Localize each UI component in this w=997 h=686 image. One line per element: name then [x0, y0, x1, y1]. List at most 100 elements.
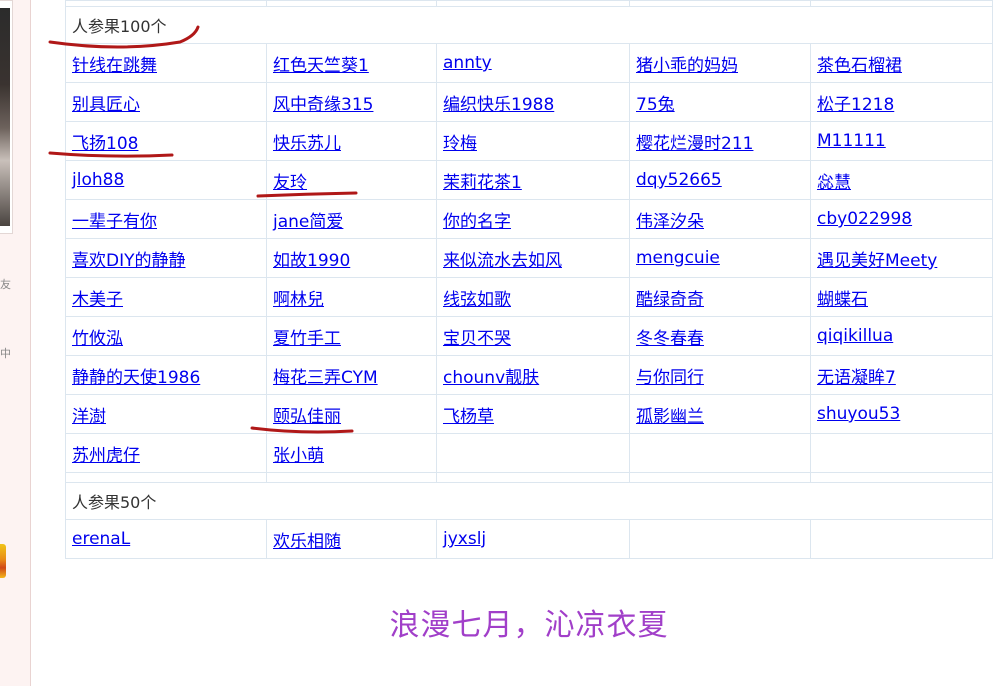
member-link[interactable]: 夏竹手工	[273, 329, 341, 349]
table-cell: 来似流水去如风	[436, 238, 630, 278]
member-link[interactable]: dqy52665	[636, 170, 722, 190]
table-cell: 伟泽汐朵	[629, 199, 811, 239]
member-link[interactable]: 玲梅	[443, 134, 477, 154]
member-link[interactable]: 梅花三弄CYM	[273, 368, 378, 388]
table-cell: 无语凝眸7	[810, 355, 993, 395]
member-link[interactable]: 宝贝不哭	[443, 329, 511, 349]
table-cell: 颐弘佳丽	[266, 394, 437, 434]
member-link[interactable]: 来似流水去如风	[443, 251, 562, 271]
table-cell	[629, 519, 811, 559]
member-link[interactable]: 遇见美好Meety	[817, 251, 937, 271]
member-link[interactable]: 无语凝眸7	[817, 368, 896, 388]
member-link[interactable]: 红色天竺葵1	[273, 56, 369, 76]
member-link[interactable]: 张小萌	[273, 446, 324, 466]
member-link[interactable]: jane简爱	[273, 212, 343, 232]
table-cell: 冬冬春春	[629, 316, 811, 356]
member-link[interactable]: cby022998	[817, 209, 912, 229]
member-link[interactable]: 静静的天使1986	[72, 368, 200, 388]
member-link[interactable]: annty	[443, 53, 492, 73]
member-link[interactable]: 编织快乐1988	[443, 95, 554, 115]
member-link[interactable]: mengcuie	[636, 248, 720, 268]
member-link[interactable]: M11111	[817, 131, 886, 151]
member-link[interactable]: qiqikillua	[817, 326, 893, 346]
member-link[interactable]: shuyou53	[817, 404, 900, 424]
table-cell: 宝贝不哭	[436, 316, 630, 356]
table-cell: 茶色石榴裙	[810, 43, 993, 83]
member-link[interactable]: 颐弘佳丽	[273, 407, 341, 427]
member-link[interactable]: 线弦如歌	[443, 290, 511, 310]
member-link[interactable]: 蝴蝶石	[817, 290, 868, 310]
table-row: 别具匠心 风中奇缘315 编织快乐1988 75兔 松子1218	[65, 82, 993, 122]
table-cell: 如故1990	[266, 238, 437, 278]
member-link[interactable]: 木美子	[72, 290, 123, 310]
member-link[interactable]: chounv靓肤	[443, 368, 539, 388]
table-cell: 孤影幽兰	[629, 394, 811, 434]
table-cell: 猪小乖的妈妈	[629, 43, 811, 83]
profile-photo[interactable]	[0, 8, 10, 226]
table-cell: 惢慧	[810, 160, 993, 200]
table-cell: erenaL	[65, 519, 267, 559]
member-link[interactable]: 惢慧	[817, 173, 851, 193]
group-heading: 人参果50个	[65, 482, 993, 520]
member-link[interactable]: 友玲	[273, 173, 307, 193]
table-cell: mengcuie	[629, 238, 811, 278]
member-link[interactable]: 冬冬春春	[636, 329, 704, 349]
member-link[interactable]: 茉莉花茶1	[443, 173, 522, 193]
member-link[interactable]: 竹攸泓	[72, 329, 123, 349]
member-link[interactable]: 啊林兒	[273, 290, 324, 310]
table-cell: 木美子	[65, 277, 267, 317]
member-link[interactable]: jyxslj	[443, 529, 486, 549]
member-link[interactable]: 与你同行	[636, 368, 704, 388]
member-link[interactable]: 飞扬108	[72, 134, 138, 154]
table-row: 苏州虎仔 张小萌	[65, 433, 993, 473]
table-cell: 线弦如歌	[436, 277, 630, 317]
table-cell: 竹攸泓	[65, 316, 267, 356]
member-link[interactable]: 喜欢DIY的静静	[72, 251, 186, 271]
member-link[interactable]: 欢乐相随	[273, 532, 341, 552]
table-cell	[266, 472, 437, 483]
member-link[interactable]: jloh88	[72, 170, 124, 190]
member-link[interactable]: 苏州虎仔	[72, 446, 140, 466]
member-link[interactable]: 一辈子有你	[72, 212, 157, 232]
table-cell: 别具匠心	[65, 82, 267, 122]
member-link[interactable]: 75兔	[636, 95, 675, 115]
member-link[interactable]: 快乐苏儿	[273, 134, 341, 154]
member-link[interactable]: 孤影幽兰	[636, 407, 704, 427]
member-link[interactable]: 猪小乖的妈妈	[636, 56, 738, 76]
table-cell: 苏州虎仔	[65, 433, 267, 473]
table-cell: 松子1218	[810, 82, 993, 122]
member-link[interactable]: 如故1990	[273, 251, 350, 271]
member-link[interactable]: erenaL	[72, 529, 130, 549]
table-cell: 与你同行	[629, 355, 811, 395]
table-cell	[810, 519, 993, 559]
table-cell: 遇见美好Meety	[810, 238, 993, 278]
table-cell: 张小萌	[266, 433, 437, 473]
table-cell: 红色天竺葵1	[266, 43, 437, 83]
table-cell: 静静的天使1986	[65, 355, 267, 395]
member-link[interactable]: 风中奇缘315	[273, 95, 373, 115]
table-row: 喜欢DIY的静静 如故1990 来似流水去如风 mengcuie 遇见美好Meety	[65, 238, 993, 278]
table-cell	[65, 472, 267, 483]
table-cell: 啊林兒	[266, 277, 437, 317]
member-link[interactable]: 针线在跳舞	[72, 56, 157, 76]
table-cell: 樱花烂漫时211	[629, 121, 811, 161]
sidebar-clipped-text: 友	[0, 278, 11, 291]
table-cell: 梅花三弄CYM	[266, 355, 437, 395]
member-link[interactable]: 洋澍	[72, 407, 106, 427]
member-link[interactable]: 别具匠心	[72, 95, 140, 115]
member-link[interactable]: 松子1218	[817, 95, 894, 115]
table-cell: 酷绿奇奇	[629, 277, 811, 317]
footer-slogan: 浪漫七月，沁凉衣夏	[389, 608, 669, 643]
member-link[interactable]: 茶色石榴裙	[817, 56, 902, 76]
trophy-icon	[0, 544, 6, 578]
member-link[interactable]: 伟泽汐朵	[636, 212, 704, 232]
table-cell: 编织快乐1988	[436, 82, 630, 122]
table-row: 飞扬108 快乐苏儿 玲梅 樱花烂漫时211 M11111	[65, 121, 993, 161]
table-cell: M11111	[810, 121, 993, 161]
table-row: 木美子 啊林兒 线弦如歌 酷绿奇奇 蝴蝶石	[65, 277, 993, 317]
member-link[interactable]: 樱花烂漫时211	[636, 134, 753, 154]
member-link[interactable]: 你的名字	[443, 212, 511, 232]
member-link[interactable]: 酷绿奇奇	[636, 290, 704, 310]
member-link[interactable]: 飞杨草	[443, 407, 494, 427]
table-cell: 洋澍	[65, 394, 267, 434]
